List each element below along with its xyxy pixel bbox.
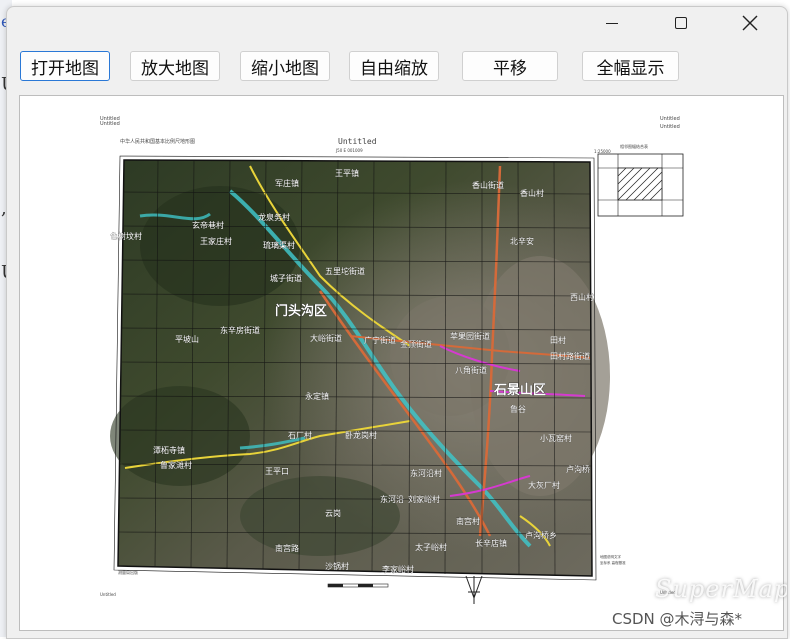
- svg-text:广宁街道: 广宁街道: [364, 335, 396, 345]
- district-label-mentougou: 门头沟区: [275, 303, 327, 319]
- svg-text:北辛安: 北辛安: [510, 236, 534, 246]
- title-bar[interactable]: [7, 7, 787, 41]
- full-extent-button[interactable]: 全幅显示: [582, 51, 679, 81]
- map-control[interactable]: Untitled Untitled Untitled Untitled 中华人民…: [19, 95, 784, 631]
- minimize-icon: [606, 22, 618, 24]
- svg-text:南宫村: 南宫村: [456, 516, 480, 526]
- open-map-button[interactable]: 打开地图: [20, 51, 110, 81]
- svg-text:Untitled: Untitled: [660, 116, 680, 122]
- svg-text:琉璃渠村: 琉璃渠村: [263, 240, 295, 250]
- map-viewer-window: 打开地图 放大地图 缩小地图 自由缩放 平移 全幅显示 Untitled Unt…: [6, 6, 788, 639]
- svg-text:潭柘寺镇: 潭柘寺镇: [153, 445, 185, 455]
- map-title: Untitled: [338, 137, 377, 146]
- svg-text:鲁谷: 鲁谷: [510, 404, 526, 414]
- svg-text:卧龙岗村: 卧龙岗村: [345, 430, 377, 440]
- svg-text:田村路街道: 田村路街道: [550, 351, 590, 361]
- svg-text:大峪街道: 大峪街道: [310, 333, 342, 343]
- svg-text:东河沿村: 东河沿村: [410, 468, 442, 478]
- svg-text:香山村: 香山村: [520, 188, 544, 198]
- map-header-left: Untitled: [100, 121, 120, 127]
- svg-text:长辛店镇: 长辛店镇: [475, 538, 507, 548]
- svg-text:鲁家滩村: 鲁家滩村: [160, 460, 192, 470]
- svg-text:相邻图幅结合表: 相邻图幅结合表: [620, 143, 648, 149]
- svg-text:色树坟村: 色树坟村: [110, 231, 142, 241]
- svg-text:小瓦窑村: 小瓦窑村: [540, 433, 572, 443]
- svg-text:南宫路: 南宫路: [275, 543, 299, 553]
- svg-text:田村: 田村: [550, 335, 566, 345]
- zoom-in-button[interactable]: 放大地图: [130, 51, 220, 81]
- csdn-watermark: CSDN @木浔与森*: [612, 610, 743, 628]
- svg-text:西山村: 西山村: [570, 292, 594, 302]
- north-arrow-icon: [465, 575, 483, 604]
- svg-text:沙锅村: 沙锅村: [325, 561, 349, 571]
- free-zoom-button[interactable]: 自由缩放: [349, 51, 439, 81]
- svg-text:金顶街道: 金顶街道: [400, 339, 432, 349]
- svg-text:坐标系 高程基准: 坐标系 高程基准: [600, 560, 626, 565]
- svg-text:Untitled: Untitled: [100, 592, 116, 597]
- maximize-icon: [675, 17, 687, 29]
- pan-button[interactable]: 平移: [462, 51, 558, 81]
- svg-text:永定镇: 永定镇: [305, 391, 329, 401]
- svg-text:东河沿: 东河沿: [380, 494, 404, 504]
- svg-text:王平镇: 王平镇: [335, 168, 359, 178]
- svg-text:东辛房街道: 东辛房街道: [220, 325, 260, 335]
- svg-text:王家庄村: 王家庄村: [200, 236, 232, 246]
- district-label-shijingshan: 石景山区: [493, 382, 546, 398]
- minimize-button[interactable]: [589, 7, 635, 39]
- svg-text:香山街道: 香山街道: [472, 180, 504, 190]
- close-button[interactable]: [727, 7, 773, 39]
- svg-text:大灰厂村: 大灰厂村: [528, 480, 560, 490]
- svg-text:玄帝巷村: 玄帝巷村: [192, 220, 224, 230]
- svg-text:地图说明文字: 地图说明文字: [600, 554, 621, 559]
- map-index-grid: 相邻图幅结合表: [597, 143, 684, 217]
- svg-text:五里坨街道: 五里坨街道: [325, 266, 365, 276]
- svg-text:李家峪村: 李家峪村: [382, 564, 414, 574]
- zoom-out-button[interactable]: 缩小地图: [240, 51, 330, 81]
- svg-text:云岗: 云岗: [325, 509, 341, 518]
- svg-text:卢沟桥乡: 卢沟桥乡: [525, 530, 557, 540]
- svg-text:苹果园街道: 苹果园街道: [450, 331, 490, 341]
- svg-text:石厂村: 石厂村: [288, 430, 312, 440]
- map-header-right: Untitled: [660, 124, 680, 130]
- supermap-watermark: SuperMap: [655, 575, 788, 603]
- svg-text:龙泉务村: 龙泉务村: [258, 212, 290, 222]
- svg-text:卢沟桥: 卢沟桥: [566, 464, 590, 474]
- svg-text:军庄镇: 军庄镇: [275, 178, 299, 188]
- svg-text:1:25000: 1:25000: [594, 149, 611, 154]
- scale-bar: [327, 583, 389, 588]
- maximize-button[interactable]: [658, 7, 704, 39]
- svg-text:城子街道: 城子街道: [270, 273, 302, 283]
- svg-text:测量局出版: 测量局出版: [118, 569, 138, 575]
- svg-text:刘家峪村: 刘家峪村: [408, 494, 440, 504]
- svg-text:J50 E 001009: J50 E 001009: [335, 148, 363, 153]
- satellite-imagery: [110, 160, 610, 576]
- svg-text:平坡山: 平坡山: [175, 334, 199, 344]
- svg-text:八角街道: 八角街道: [455, 365, 487, 375]
- close-icon: [742, 15, 758, 31]
- svg-text:太子峪村: 太子峪村: [415, 542, 447, 552]
- map-canvas[interactable]: Untitled Untitled Untitled Untitled 中华人民…: [20, 96, 783, 630]
- svg-text:王平口: 王平口: [265, 467, 289, 476]
- svg-text:中华人民共和国基本比例尺地形图: 中华人民共和国基本比例尺地形图: [120, 138, 195, 145]
